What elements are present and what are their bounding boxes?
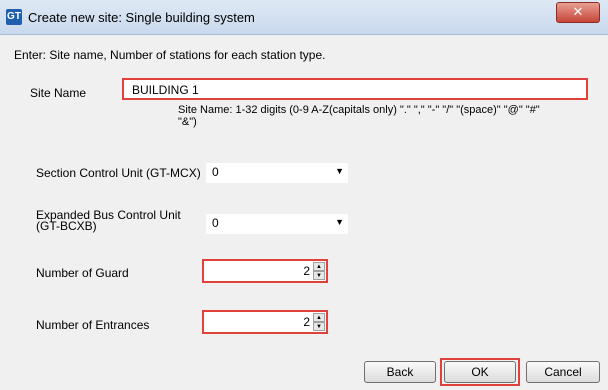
close-icon: ✕ <box>572 4 584 19</box>
arrow-up-icon[interactable]: ▲ <box>313 262 325 271</box>
site-name-label: Site Name <box>30 86 87 100</box>
guard-label: Number of Guard <box>36 266 129 280</box>
chevron-down-icon: ▼ <box>335 166 344 176</box>
section-control-label: Section Control Unit (GT-MCX) <box>36 166 201 180</box>
expanded-bus-label-line2: (GT-BCXB) <box>36 219 97 233</box>
guard-value: 2 <box>303 264 310 278</box>
site-name-input[interactable]: BUILDING 1 <box>122 78 588 100</box>
chevron-down-icon: ▼ <box>335 217 344 227</box>
expanded-bus-label: Expanded Bus Control Unit (GT-BCXB) <box>36 209 181 233</box>
guard-spin-buttons: ▲ ▼ <box>313 262 325 280</box>
entrances-spin-buttons: ▲ ▼ <box>313 313 325 331</box>
arrow-up-icon[interactable]: ▲ <box>313 313 325 322</box>
close-button[interactable]: ✕ <box>556 2 600 23</box>
arrow-down-icon[interactable]: ▼ <box>313 271 325 280</box>
arrow-down-icon[interactable]: ▼ <box>313 322 325 331</box>
entrances-stepper[interactable]: 2 ▲ ▼ <box>202 310 328 334</box>
expanded-bus-select[interactable]: 0 ▼ <box>206 214 348 234</box>
entrances-value: 2 <box>303 315 310 329</box>
instruction-text: Enter: Site name, Number of stations for… <box>14 48 326 62</box>
app-logo-icon: GT <box>6 9 22 25</box>
entrances-label: Number of Entrances <box>36 318 150 332</box>
back-button[interactable]: Back <box>364 361 436 383</box>
section-control-select[interactable]: 0 ▼ <box>206 163 348 183</box>
expanded-bus-value: 0 <box>212 216 219 230</box>
section-control-value: 0 <box>212 165 219 179</box>
guard-stepper[interactable]: 2 ▲ ▼ <box>202 259 328 283</box>
cancel-button[interactable]: Cancel <box>526 361 600 383</box>
window-title: Create new site: Single building system <box>28 10 255 25</box>
site-name-hint: Site Name: 1-32 digits (0-9 A-Z(capitals… <box>178 104 540 128</box>
title-bar[interactable]: GT Create new site: Single building syst… <box>0 0 608 35</box>
ok-button[interactable]: OK <box>444 361 516 383</box>
